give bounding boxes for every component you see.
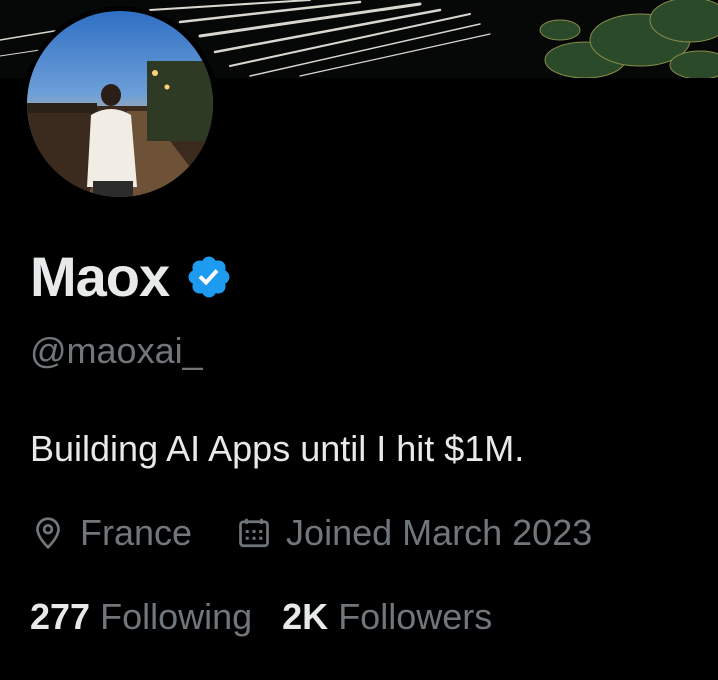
- profile-avatar[interactable]: [22, 6, 218, 202]
- location-item: France: [30, 512, 192, 554]
- followers-count: 2K: [282, 596, 329, 637]
- profile-handle: @maoxai_: [30, 330, 203, 371]
- location-text: France: [80, 512, 193, 553]
- followers-link[interactable]: 2K Followers: [282, 596, 492, 638]
- display-name: Maox: [30, 244, 170, 308]
- verified-badge-icon[interactable]: [185, 253, 233, 301]
- name-row: Maox: [30, 244, 233, 308]
- location-pin-icon: [36, 517, 60, 550]
- profile-bio: Building AI Apps until I hit $1M.: [30, 428, 525, 469]
- followers-label: Followers: [338, 596, 493, 637]
- profile-meta: France Joined March 2023: [30, 512, 592, 554]
- joined-item: Joined March 2023: [236, 512, 592, 554]
- avatar-photo: [27, 11, 213, 197]
- following-label: Following: [100, 596, 253, 637]
- following-link[interactable]: 277 Following: [30, 596, 252, 638]
- following-count: 277: [30, 596, 91, 637]
- joined-text: Joined March 2023: [286, 512, 593, 553]
- calendar-icon: [239, 518, 269, 548]
- profile-stats: 277 Following 2K Followers: [30, 596, 492, 638]
